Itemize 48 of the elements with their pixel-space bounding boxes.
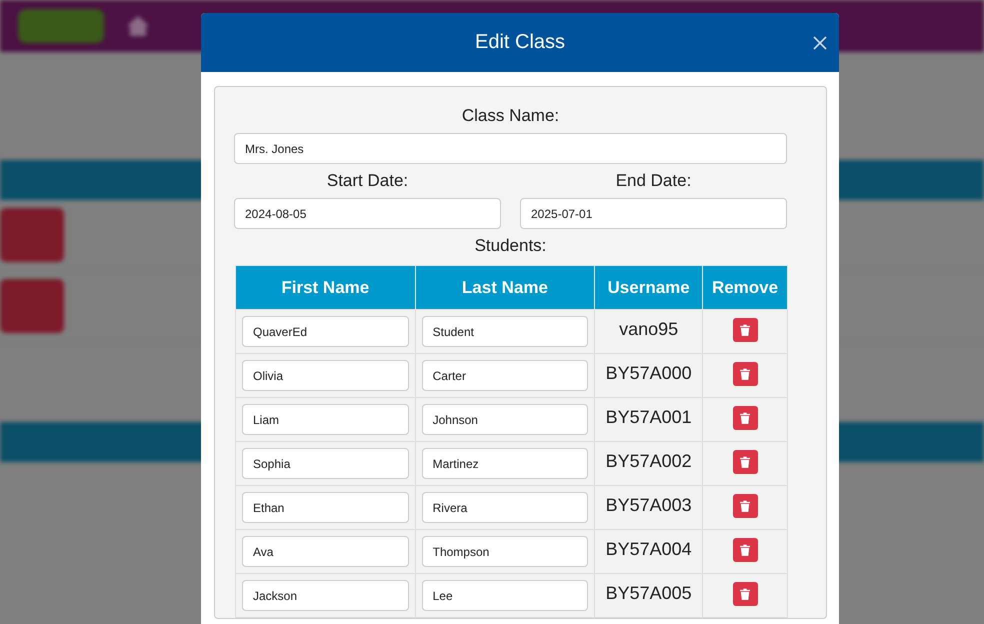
dialog-title: Edit Class	[474, 31, 566, 54]
delete-button[interactable]	[732, 406, 758, 430]
field-label: Start Date:	[326, 170, 408, 192]
last-name-field[interactable]: Rivera	[422, 492, 588, 523]
trash-icon	[740, 588, 750, 600]
last-name-field[interactable]: Carter	[422, 360, 588, 391]
username-cell: BY57A002	[594, 442, 703, 486]
trash-icon	[740, 368, 750, 380]
delete-button[interactable]	[732, 494, 758, 518]
last-name-field[interactable]: Thompson	[422, 536, 588, 567]
column-header: Remove	[702, 266, 788, 310]
last-name-field[interactable]: Lee	[422, 580, 588, 611]
trash-icon	[740, 544, 750, 556]
username-cell: BY57A000	[594, 354, 703, 398]
first-name-field[interactable]: QuaverEd	[242, 316, 409, 347]
first-name-field[interactable]: Sophia	[242, 448, 409, 479]
class-name-field[interactable]: Mrs. Jones	[234, 133, 787, 164]
column-header: Last Name	[415, 266, 595, 310]
delete-button[interactable]	[732, 538, 758, 562]
last-name-field[interactable]: Martinez	[422, 448, 588, 479]
trash-icon	[740, 456, 750, 468]
first-name-field[interactable]: Olivia	[242, 360, 409, 391]
section-label: Students:	[474, 235, 546, 257]
delete-button[interactable]	[732, 582, 758, 606]
first-name-field[interactable]: Ava	[242, 536, 409, 567]
username-cell: BY57A005	[594, 574, 703, 618]
field-label: Class Name:	[462, 105, 560, 127]
username-cell: BY57A004	[594, 530, 703, 574]
first-name-field[interactable]: Liam	[242, 404, 409, 435]
start-date-field[interactable]: 2024-08-05	[234, 198, 501, 229]
end-date-field[interactable]: 2025-07-01	[520, 198, 787, 229]
delete-button[interactable]	[732, 450, 758, 474]
delete-button[interactable]	[732, 318, 758, 342]
trash-icon	[740, 500, 750, 512]
trash-icon	[740, 412, 750, 424]
last-name-field[interactable]: Student	[422, 316, 588, 347]
column-header: Username	[594, 266, 703, 310]
delete-button[interactable]	[732, 362, 758, 386]
username-cell: BY57A003	[594, 486, 703, 530]
close-icon[interactable]	[812, 35, 828, 51]
field-label: End Date:	[616, 170, 692, 192]
username-cell: vano95	[594, 310, 703, 354]
username-cell: BY57A001	[594, 398, 703, 442]
trash-icon	[740, 324, 750, 336]
last-name-field[interactable]: Johnson	[422, 404, 588, 435]
first-name-field[interactable]: Jackson	[242, 580, 409, 611]
column-header: First Name	[236, 266, 416, 310]
first-name-field[interactable]: Ethan	[242, 492, 409, 523]
